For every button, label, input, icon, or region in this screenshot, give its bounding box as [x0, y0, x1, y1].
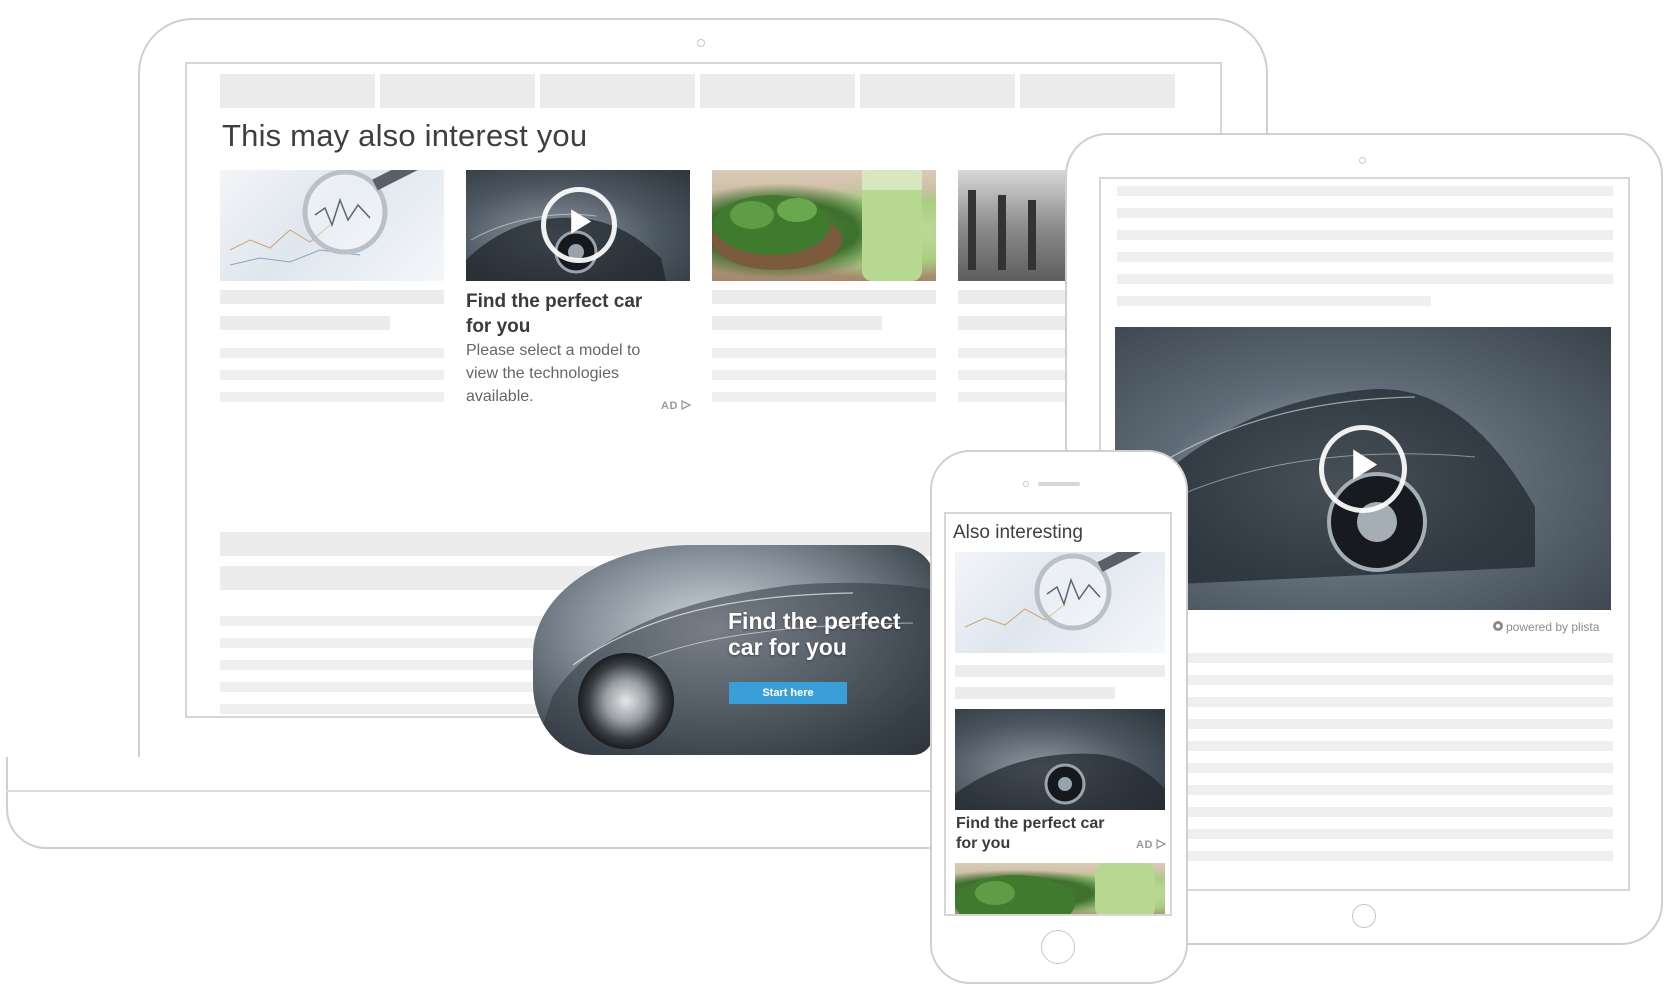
- magnifier-icon: [229, 170, 418, 266]
- phone-card-title-line[interactable]: for you: [956, 834, 1010, 854]
- tablet-home-button[interactable]: [1352, 904, 1376, 928]
- card-image-car-video[interactable]: [466, 170, 690, 281]
- phone-screen: Find the perfect car for you AD: [944, 512, 1172, 916]
- phone-home-button[interactable]: [1041, 930, 1075, 964]
- play-icon[interactable]: [1319, 425, 1407, 513]
- text-placeholder: [1117, 719, 1613, 729]
- phone-camera: [1023, 481, 1029, 487]
- ad-label-text: AD: [1136, 839, 1153, 851]
- ad-label[interactable]: AD: [1136, 838, 1167, 851]
- section-title: This may also interest you: [222, 118, 588, 153]
- smoothie-illustration: [712, 170, 922, 281]
- card-description-line: Please select a model to: [466, 342, 641, 359]
- text-placeholder: [955, 687, 1115, 699]
- nav-placeholder-tab[interactable]: [540, 74, 695, 108]
- powered-by-text: powered by plista: [1506, 620, 1600, 634]
- powered-by-plista[interactable]: powered by plista: [1492, 620, 1599, 634]
- nav-placeholder-tab[interactable]: [860, 74, 1015, 108]
- phone-speaker: [1038, 482, 1080, 486]
- phone-card-image-magnifier[interactable]: [955, 552, 1165, 653]
- ad-choices-icon: [681, 399, 692, 411]
- text-placeholder: [1117, 252, 1613, 262]
- text-placeholder: [1117, 741, 1613, 751]
- text-placeholder: [220, 348, 444, 358]
- text-placeholder: [712, 316, 882, 330]
- ad-choices-icon: [1156, 838, 1167, 850]
- phone-section-title: Also interesting: [953, 522, 1083, 543]
- text-placeholder: [955, 665, 1165, 677]
- laptop-camera: [697, 39, 705, 47]
- text-placeholder: [220, 392, 444, 402]
- car-illustration: [955, 753, 1165, 810]
- car-wheel: [578, 653, 674, 749]
- text-placeholder: [1117, 785, 1613, 795]
- text-placeholder: [712, 370, 936, 380]
- nav-placeholder-tab[interactable]: [380, 74, 535, 108]
- text-placeholder: [1117, 230, 1613, 240]
- card-image-smoothie[interactable]: [712, 170, 936, 281]
- text-placeholder: [1117, 763, 1613, 773]
- banner-title[interactable]: Find the perfect car for you: [728, 608, 948, 660]
- phone-card-title-line[interactable]: Find the perfect car: [956, 814, 1104, 834]
- text-placeholder: [220, 290, 444, 304]
- start-here-button[interactable]: Start here: [729, 682, 847, 704]
- nav-placeholder-tab[interactable]: [220, 74, 375, 108]
- text-placeholder: [1117, 208, 1613, 218]
- ad-label-text: AD: [661, 400, 678, 412]
- tablet-video-player[interactable]: [1115, 327, 1611, 610]
- play-icon[interactable]: [541, 187, 617, 263]
- ad-label[interactable]: AD: [661, 399, 692, 412]
- banner-title-line: Find the perfect: [728, 608, 901, 634]
- text-placeholder: [712, 348, 936, 358]
- tablet-camera: [1359, 157, 1366, 164]
- text-placeholder: [1117, 697, 1613, 707]
- text-placeholder: [1117, 807, 1613, 817]
- text-placeholder: [1117, 186, 1613, 196]
- magnifier-icon: [964, 552, 1142, 631]
- text-placeholder: [1117, 296, 1431, 306]
- card-title-line[interactable]: Find the perfect car: [466, 289, 642, 314]
- plista-logo-icon: [1493, 621, 1503, 631]
- text-placeholder: [1117, 274, 1613, 284]
- text-placeholder: [1117, 653, 1613, 663]
- smoothie-illustration: [955, 863, 1155, 914]
- card-title-line[interactable]: for you: [466, 314, 530, 339]
- text-placeholder: [1117, 675, 1613, 685]
- card-description-line: view the technologies: [466, 365, 619, 382]
- text-placeholder: [712, 392, 936, 402]
- phone-card-image-smoothie[interactable]: [955, 863, 1165, 914]
- text-placeholder: [220, 316, 390, 330]
- text-placeholder: [1117, 829, 1613, 839]
- nav-placeholder-tab[interactable]: [1020, 74, 1175, 108]
- card-image-magnifier[interactable]: [220, 170, 444, 281]
- text-placeholder: [1117, 851, 1613, 861]
- text-placeholder: [220, 370, 444, 380]
- text-placeholder: [712, 290, 936, 304]
- phone-card-image-car[interactable]: [955, 709, 1165, 810]
- nav-placeholder-tab[interactable]: [700, 74, 855, 108]
- card-description-line: available.: [466, 388, 534, 405]
- banner-title-line: car for you: [728, 634, 847, 660]
